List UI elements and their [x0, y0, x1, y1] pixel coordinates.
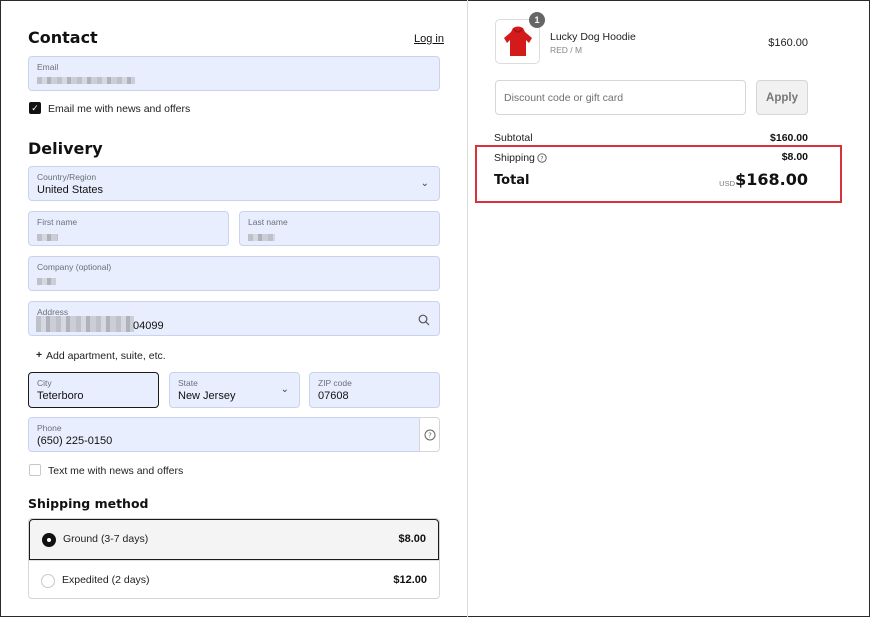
contact-heading: Contact: [28, 28, 98, 47]
last-name-field[interactable]: Last name: [239, 211, 440, 246]
shipping-option-expedited[interactable]: Expedited (2 days) $12.00: [29, 560, 439, 600]
state-select[interactable]: State New Jersey ⌄: [169, 372, 300, 408]
email-field[interactable]: Email: [28, 56, 440, 91]
highlight-box: [475, 145, 842, 203]
delivery-heading: Delivery: [28, 139, 103, 158]
hoodie-image: [504, 26, 532, 56]
zip-field[interactable]: ZIP code 07608: [309, 372, 440, 408]
shipping-option-ground[interactable]: Ground (3-7 days) $8.00: [29, 519, 439, 560]
order-summary: 1 Lucky Dog Hoodie RED / M $160.00 Apply…: [468, 0, 869, 617]
apply-button[interactable]: Apply: [756, 80, 808, 115]
shipping-option-name: Ground (3-7 days): [63, 533, 149, 545]
zip-label: ZIP code: [318, 378, 352, 388]
plus-icon: +: [36, 349, 43, 361]
redacted-email: [37, 77, 135, 84]
country-label: Country/Region: [37, 172, 97, 182]
country-value: United States: [37, 184, 104, 196]
phone-help-button[interactable]: ?: [419, 417, 440, 452]
last-name-label: Last name: [248, 217, 288, 227]
company-label: Company (optional): [37, 262, 112, 272]
phone-value: (650) 225-0150: [37, 435, 113, 447]
shipping-option-price: $12.00: [393, 574, 427, 586]
first-name-label: First name: [37, 217, 78, 227]
svg-text:?: ?: [428, 432, 432, 440]
product-variant: RED / M: [550, 45, 583, 55]
radio-unselected[interactable]: [41, 574, 55, 588]
state-value: New Jersey: [178, 390, 236, 402]
chevron-down-icon: ⌄: [280, 384, 289, 395]
phone-field[interactable]: Phone (650) 225-0150: [28, 417, 420, 452]
shipping-method-heading: Shipping method: [28, 496, 149, 511]
city-field[interactable]: City Teterboro: [28, 372, 159, 408]
add-apartment-link[interactable]: Add apartment, suite, etc.: [46, 350, 166, 362]
quantity-badge: 1: [529, 12, 545, 28]
zip-value: 07608: [318, 390, 349, 402]
sms-label: Text me with news and offers: [48, 465, 184, 477]
city-value: Teterboro: [37, 390, 84, 402]
first-name-field[interactable]: First name: [28, 211, 229, 246]
shipping-option-name: Expedited (2 days): [62, 574, 150, 586]
redacted-last-name: [248, 234, 275, 241]
state-label: State: [178, 378, 198, 388]
newsletter-label: Email me with news and offers: [48, 103, 191, 115]
redacted-company: [37, 278, 56, 285]
phone-label: Phone: [37, 423, 62, 433]
checkout-form: Contact Log in Email ✓ Email me with new…: [0, 0, 467, 617]
shipping-option-price: $8.00: [398, 533, 426, 545]
product-name: Lucky Dog Hoodie: [550, 31, 636, 43]
email-label: Email: [37, 62, 59, 72]
help-circle-icon: ?: [424, 429, 436, 441]
search-icon[interactable]: [418, 314, 430, 326]
address-field[interactable]: Address 04099: [28, 301, 440, 336]
chevron-down-icon: ⌄: [420, 178, 429, 189]
address-value: 04099: [133, 320, 164, 332]
discount-input[interactable]: [496, 81, 745, 114]
shipping-options: Ground (3-7 days) $8.00 Expedited (2 day…: [28, 518, 440, 599]
country-select[interactable]: Country/Region United States ⌄: [28, 166, 440, 201]
redacted-address: [36, 316, 134, 332]
company-field[interactable]: Company (optional): [28, 256, 440, 291]
radio-selected[interactable]: [42, 533, 56, 547]
product-price: $160.00: [768, 37, 808, 49]
subtotal-label: Subtotal: [494, 132, 533, 144]
discount-field[interactable]: [495, 80, 746, 115]
subtotal-value: $160.00: [770, 132, 808, 144]
redacted-first-name: [37, 234, 58, 241]
login-link[interactable]: Log in: [414, 33, 444, 45]
city-label: City: [37, 378, 52, 388]
sms-checkbox[interactable]: [29, 464, 41, 476]
newsletter-checkbox[interactable]: ✓: [29, 102, 41, 114]
